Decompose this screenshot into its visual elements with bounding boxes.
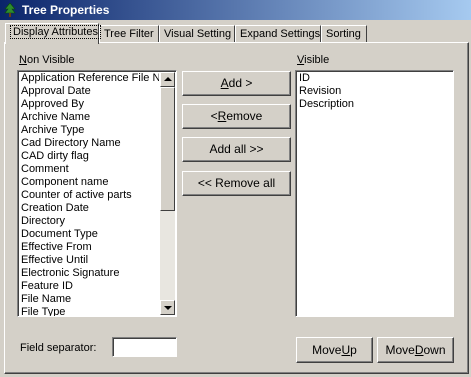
- vertical-scrollbar[interactable]: [160, 72, 175, 315]
- non-visible-list[interactable]: Application Reference File Na Approval Da…: [17, 70, 177, 317]
- tab-label: Visual Setting: [164, 28, 232, 40]
- tab-visual-setting[interactable]: Visual Setting: [159, 25, 235, 42]
- visible-list[interactable]: ID Revision Description: [295, 70, 454, 317]
- remove-button[interactable]: < Remove: [182, 104, 291, 129]
- tab-label: Tree Filter: [104, 28, 154, 40]
- list-item[interactable]: Creation Date: [21, 202, 159, 215]
- add-all-button[interactable]: Add all >>: [182, 137, 291, 162]
- list-item[interactable]: File Type: [21, 306, 159, 316]
- arrow-up-icon: [164, 77, 172, 81]
- move-down-button[interactable]: Move Down: [377, 337, 454, 363]
- field-separator-field[interactable]: [113, 338, 176, 356]
- field-separator-label: Field separator:: [20, 342, 97, 354]
- tab-display-attributes[interactable]: Display Attributes: [5, 23, 101, 44]
- list-item[interactable]: Comment: [21, 163, 159, 176]
- list-item[interactable]: Application Reference File Na: [21, 72, 159, 85]
- field-separator-input[interactable]: [112, 337, 177, 357]
- add-button[interactable]: Add >: [182, 71, 291, 96]
- tab-label: Sorting: [326, 28, 361, 40]
- list-item[interactable]: Revision: [299, 85, 453, 98]
- tab-tree-filter[interactable]: Tree Filter: [99, 25, 159, 42]
- window-title: Tree Properties: [22, 3, 110, 17]
- list-item[interactable]: Electronic Signature: [21, 267, 159, 280]
- move-up-button[interactable]: Move Up: [296, 337, 373, 363]
- scroll-thumb[interactable]: [160, 87, 175, 211]
- list-item[interactable]: Effective Until: [21, 254, 159, 267]
- list-item[interactable]: Approved By: [21, 98, 159, 111]
- tab-label: Display Attributes: [10, 25, 101, 39]
- tab-label: Expand Settings: [240, 28, 321, 40]
- visible-label: Visible: [297, 54, 330, 66]
- list-item[interactable]: Cad Directory Name: [21, 137, 159, 150]
- list-item[interactable]: Directory: [21, 215, 159, 228]
- list-item[interactable]: ID: [299, 72, 453, 85]
- list-item[interactable]: Feature ID: [21, 280, 159, 293]
- list-item[interactable]: Component name: [21, 176, 159, 189]
- non-visible-label: Non Visible: [19, 54, 75, 66]
- remove-all-button[interactable]: << Remove all: [182, 171, 291, 196]
- list-item[interactable]: Archive Type: [21, 124, 159, 137]
- list-item[interactable]: Approval Date: [21, 85, 159, 98]
- tree-icon: [4, 3, 16, 17]
- list-item[interactable]: Counter of active parts: [21, 189, 159, 202]
- list-item[interactable]: Description: [299, 98, 453, 111]
- title-bar: Tree Properties: [0, 0, 471, 20]
- scroll-down-button[interactable]: [160, 300, 175, 315]
- list-item[interactable]: File Name: [21, 293, 159, 306]
- tab-expand-settings[interactable]: Expand Settings: [235, 25, 321, 42]
- list-item[interactable]: Effective From: [21, 241, 159, 254]
- arrow-down-icon: [164, 306, 172, 310]
- list-item[interactable]: Archive Name: [21, 111, 159, 124]
- list-item[interactable]: CAD dirty flag: [21, 150, 159, 163]
- list-item[interactable]: Document Type: [21, 228, 159, 241]
- tab-sorting[interactable]: Sorting: [321, 25, 367, 42]
- scroll-up-button[interactable]: [160, 72, 175, 87]
